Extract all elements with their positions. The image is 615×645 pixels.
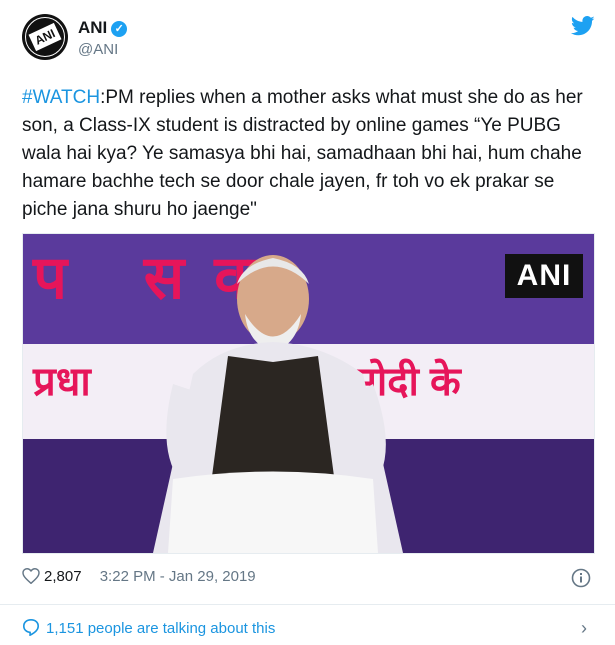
video-player[interactable]: प सवा प्रधा मोदी के ANI xyxy=(22,233,595,554)
hashtag-link[interactable]: #WATCH xyxy=(22,87,100,108)
like-button[interactable]: 2,807 xyxy=(22,567,86,585)
heart-icon xyxy=(22,567,40,585)
tweet-header: ANI ANI ✓ @ANI xyxy=(22,14,595,62)
avatar[interactable]: ANI xyxy=(22,14,68,60)
tweet-body: :PM replies when a mother asks what must… xyxy=(22,87,583,220)
account-name[interactable]: ANI ✓ xyxy=(78,18,128,38)
account-handle[interactable]: @ANI xyxy=(78,41,118,58)
speaker-figure xyxy=(153,255,403,553)
timestamp[interactable]: 3:22 PM - Jan 29, 2019 xyxy=(100,568,256,585)
chevron-right-icon[interactable]: › xyxy=(581,618,587,639)
divider xyxy=(0,604,615,605)
twitter-bird-icon[interactable] xyxy=(571,16,595,36)
ani-watermark: ANI xyxy=(505,254,583,298)
conversation-text: 1,151 people are talking about this xyxy=(46,620,276,637)
like-count: 2,807 xyxy=(44,568,82,585)
banner-text-left: प्रधा xyxy=(33,360,91,404)
speech-bubble-icon xyxy=(22,618,40,636)
conversation-link[interactable]: 1,151 people are talking about this xyxy=(22,618,275,637)
tweet-meta: 2,807 3:22 PM - Jan 29, 2019 xyxy=(22,567,256,590)
info-icon[interactable] xyxy=(571,568,591,588)
verified-badge-icon: ✓ xyxy=(111,21,128,37)
tweet-text: #WATCH:PM replies when a mother asks wha… xyxy=(22,84,597,224)
